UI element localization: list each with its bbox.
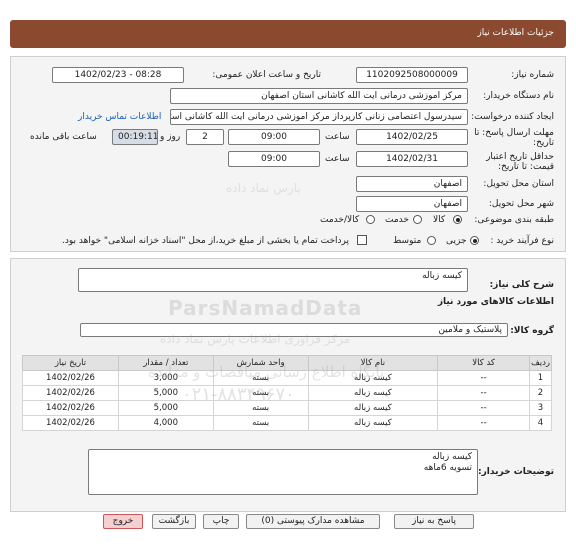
- cell-qty: 5,000: [117, 400, 214, 416]
- treasury-payment-note: پرداخت تمام یا بخشی از مبلغ خرید،از محل …: [62, 236, 350, 246]
- cell-row: 1: [529, 370, 552, 386]
- category-radio-service[interactable]: [413, 215, 422, 224]
- col-name: نام کالا: [307, 355, 439, 371]
- cell-unit: بسته: [212, 385, 309, 401]
- days-label: روز و: [160, 132, 181, 142]
- category-option-goods: کالا: [433, 215, 446, 225]
- col-qty: تعداد / مقدار: [117, 355, 214, 371]
- cell-date: 1402/02/26: [22, 370, 119, 386]
- deadline-time-field: 09:00: [228, 129, 320, 145]
- summary-label: شرح کلی نیاز:: [489, 280, 554, 290]
- deadline-label-2: تاریخ:: [533, 138, 554, 148]
- process-radio-medium[interactable]: [427, 236, 436, 245]
- city-field: اصفهان: [356, 196, 468, 212]
- need-number-field: 1102092508000009: [356, 67, 468, 83]
- province-label: استان محل تحویل:: [483, 179, 554, 189]
- cell-code: --: [437, 370, 531, 386]
- col-unit: واحد شمارش: [212, 355, 309, 371]
- process-option-partial: جزیی: [446, 236, 467, 246]
- table-row[interactable]: 2 -- کیسه زباله بسته 5,000 1402/02/26: [22, 385, 552, 401]
- page-header: جزئیات اطلاعات نیاز: [10, 20, 566, 48]
- buyer-contact-link[interactable]: اطلاعات تماس خریدار: [78, 112, 161, 122]
- col-date: تاریخ نیاز: [22, 355, 119, 371]
- announce-date-label: تاریخ و ساعت اعلان عمومی:: [212, 70, 321, 80]
- category-label: طبقه بندی موضوعی:: [474, 215, 554, 225]
- cell-row: 2: [529, 385, 552, 401]
- cell-date: 1402/02/26: [22, 415, 119, 431]
- print-button[interactable]: چاپ: [203, 514, 239, 529]
- group-field: پلاستیک و ملامین: [80, 323, 508, 337]
- province-field: اصفهان: [356, 176, 468, 192]
- buyer-notes-label: توضیحات خریدار:: [478, 467, 554, 477]
- deadline-date-field: 1402/02/25: [356, 129, 468, 145]
- items-section-title: اطلاعات کالاهای مورد نیاز: [437, 297, 554, 307]
- process-radio-partial[interactable]: [470, 236, 479, 245]
- group-label: گروه کالا:: [510, 326, 554, 336]
- cell-unit: بسته: [212, 370, 309, 386]
- cell-unit: بسته: [212, 415, 309, 431]
- table-row[interactable]: 1 -- کیسه زباله بسته 3,000 1402/02/26: [22, 370, 552, 386]
- validity-date-field: 1402/02/31: [356, 151, 468, 167]
- validity-label-1: حداقل تاریخ اعتبار: [486, 152, 554, 162]
- cell-code: --: [437, 400, 531, 416]
- reply-button[interactable]: پاسخ به نیاز: [394, 514, 474, 529]
- page-title: جزئیات اطلاعات نیاز: [477, 28, 554, 38]
- creator-field: سیدرسول اعتصامی زنانی کارپرداز مرکز اموز…: [170, 109, 468, 125]
- cell-name: کیسه زباله: [307, 415, 439, 431]
- cell-qty: 4,000: [117, 415, 214, 431]
- category-option-goods-service: کالا/خدمت: [320, 215, 360, 225]
- cell-qty: 3,000: [117, 370, 214, 386]
- remaining-time-field: 00:19:11: [112, 129, 158, 145]
- view-attachments-button[interactable]: مشاهده مدارک پیوستی (0): [246, 514, 380, 529]
- cell-name: کیسه زباله: [307, 400, 439, 416]
- deadline-label-1: مهلت ارسال پاسخ: تا: [474, 128, 554, 138]
- table-row[interactable]: 3 -- کیسه زباله بسته 5,000 1402/02/26: [22, 400, 552, 416]
- table-row[interactable]: 4 -- کیسه زباله بسته 4,000 1402/02/26: [22, 415, 552, 431]
- cell-unit: بسته: [212, 400, 309, 416]
- col-row: ردیف: [529, 355, 552, 371]
- col-code: کد کالا: [437, 355, 531, 371]
- cell-code: --: [437, 415, 531, 431]
- process-option-medium: متوسط: [393, 236, 422, 246]
- validity-label-2: قیمت: تا تاریخ:: [498, 162, 554, 172]
- buyer-org-field: مرکز اموزشی درمانی ایت الله کاشانی استان…: [170, 88, 468, 104]
- cell-row: 3: [529, 400, 552, 416]
- cell-row: 4: [529, 415, 552, 431]
- validity-time-field: 09:00: [228, 151, 320, 167]
- cell-name: کیسه زباله: [307, 370, 439, 386]
- cell-date: 1402/02/26: [22, 385, 119, 401]
- city-label: شهر محل تحویل:: [488, 199, 554, 209]
- buyer-notes-line-2: تسویه 6ماهه: [423, 463, 472, 473]
- cell-code: --: [437, 385, 531, 401]
- cell-name: کیسه زباله: [307, 385, 439, 401]
- items-table: ردیف کد کالا نام کالا واحد شمارش تعداد /…: [22, 355, 552, 431]
- category-radio-goods-service[interactable]: [366, 215, 375, 224]
- days-field: 2: [186, 129, 224, 145]
- category-radio-goods[interactable]: [453, 215, 462, 224]
- validity-time-label: ساعت: [325, 154, 350, 164]
- cell-date: 1402/02/26: [22, 400, 119, 416]
- creator-label: ایجاد کننده درخواست:: [471, 112, 554, 122]
- back-button[interactable]: بازگشت: [152, 514, 196, 529]
- process-label: نوع فرآیند خرید :: [490, 236, 554, 246]
- table-header-row: ردیف کد کالا نام کالا واحد شمارش تعداد /…: [22, 355, 552, 371]
- summary-field: کیسه زباله: [78, 268, 468, 292]
- announce-date-field: 1402/02/23 - 08:28: [52, 67, 184, 83]
- remaining-time-label: ساعت باقی مانده: [30, 132, 97, 142]
- buyer-org-label: نام دستگاه خریدار:: [483, 91, 554, 101]
- cell-qty: 5,000: [117, 385, 214, 401]
- treasury-payment-checkbox[interactable]: [357, 235, 367, 245]
- need-number-label: شماره نیاز:: [511, 70, 554, 80]
- deadline-time-label: ساعت: [325, 132, 350, 142]
- category-option-service: خدمت: [385, 215, 409, 225]
- buyer-notes-field: کیسه زباله تسویه 6ماهه: [88, 449, 478, 495]
- exit-button[interactable]: خروج: [103, 514, 143, 529]
- buyer-notes-line-1: کیسه زباله: [432, 452, 472, 462]
